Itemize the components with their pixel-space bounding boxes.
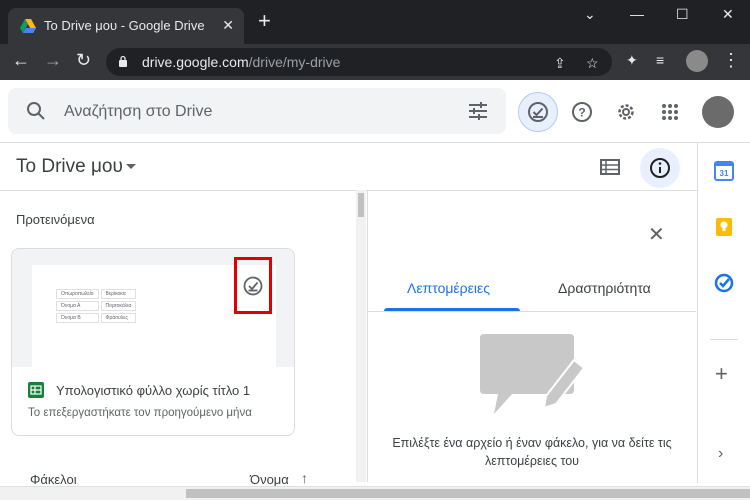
add-addon-icon[interactable]: +: [715, 361, 728, 387]
annotation-highlight-box: [234, 257, 272, 314]
help-icon: ?: [572, 102, 592, 122]
url-text: drive.google.com/drive/my-drive: [142, 54, 340, 70]
browser-tab[interactable]: Το Drive μου - Google Drive ✕: [8, 8, 244, 44]
tabs-divider: [368, 311, 696, 312]
calendar-day: 31: [720, 169, 729, 178]
empty-details-illustration: [480, 334, 586, 414]
reading-list-icon[interactable]: ≡: [656, 52, 664, 68]
bookmark-star-icon[interactable]: ☆: [586, 55, 599, 72]
settings-button[interactable]: [606, 92, 646, 132]
tab-activity[interactable]: Δραστηριότητα: [558, 280, 651, 296]
tab-title: Το Drive μου - Google Drive: [44, 18, 205, 33]
keep-icon[interactable]: [714, 217, 734, 237]
arrow-up-icon[interactable]: ↑: [301, 470, 308, 486]
apps-grid-icon: [662, 104, 678, 120]
table-cell: Βερίκοκα: [100, 289, 137, 299]
google-drive-icon: [20, 19, 36, 33]
info-icon: [650, 158, 670, 178]
vertical-scrollbar-thumb[interactable]: [358, 193, 364, 217]
chevron-down-icon[interactable]: [126, 164, 136, 169]
reload-icon[interactable]: ↻: [76, 50, 91, 71]
browser-tab-strip: Το Drive μου - Google Drive ✕ + ⌄ — ☐ ✕: [0, 0, 750, 44]
file-name: Υπολογιστικό φύλλο χωρίς τίτλο 1: [56, 383, 251, 398]
close-details-icon[interactable]: ✕: [648, 222, 665, 247]
account-avatar[interactable]: [702, 96, 734, 128]
back-icon[interactable]: ←: [12, 50, 30, 71]
extensions-icon[interactable]: ✦: [626, 52, 638, 69]
gear-icon: [618, 104, 634, 120]
page-title[interactable]: Το Drive μου: [16, 156, 123, 178]
drive-header: Αναζήτηση στο Drive ?: [0, 80, 750, 143]
apps-button[interactable]: [650, 92, 690, 132]
lock-icon: [119, 55, 127, 67]
list-view-icon[interactable]: [600, 158, 620, 176]
minimize-icon[interactable]: —: [630, 6, 644, 22]
close-window-icon[interactable]: ✕: [722, 6, 734, 23]
svg-text:?: ?: [578, 106, 585, 120]
omnibox[interactable]: drive.google.com/drive/my-drive ⇪ ☆: [106, 48, 612, 76]
view-details-button[interactable]: [640, 148, 680, 188]
empty-details-text: Επιλέξτε ένα αρχείο ή έναν φάκελο, για ν…: [392, 436, 672, 468]
table-cell: Όνομα Α: [56, 301, 99, 311]
new-tab-icon[interactable]: +: [258, 10, 271, 32]
url-host: drive.google.com: [142, 54, 249, 70]
vertical-scrollbar[interactable]: [356, 190, 366, 482]
browser-menu-icon[interactable]: ⋮: [722, 50, 740, 71]
sort-by-name[interactable]: Όνομα: [250, 472, 289, 487]
forward-icon[interactable]: →: [44, 50, 62, 71]
search-options-icon[interactable]: [468, 102, 488, 120]
url-path: /drive/my-drive: [248, 54, 341, 70]
profile-avatar[interactable]: [686, 50, 708, 72]
suggested-heading: Προτεινόμενα: [16, 212, 95, 227]
header-divider: [0, 190, 697, 191]
side-panel-divider: [710, 339, 738, 340]
address-bar-row: ← → ↻ drive.google.com/drive/my-drive ⇪ …: [0, 44, 750, 80]
folders-heading: Φάκελοι: [30, 472, 77, 487]
close-tab-icon[interactable]: ✕: [222, 17, 234, 34]
chevron-right-icon[interactable]: ›: [718, 445, 723, 463]
file-subtitle: Το επεξεργαστήκατε τον προηγούμενο μήνα: [28, 407, 252, 419]
tab-details[interactable]: Λεπτομέρειες: [407, 280, 490, 296]
calendar-icon[interactable]: 31: [714, 161, 734, 181]
thumbnail-table: Οπωροπωλείο Βερίκοκα Όνομα Α Πορτοκάλια Όν…: [54, 287, 138, 325]
tab-search-icon[interactable]: ⌄: [584, 6, 596, 23]
tasks-icon[interactable]: [714, 273, 734, 293]
table-cell: Όνομα Β: [56, 313, 99, 323]
horizontal-scrollbar-thumb[interactable]: [186, 489, 750, 498]
search-input[interactable]: Αναζήτηση στο Drive: [64, 103, 212, 121]
table-cell: Πορτοκάλια: [100, 301, 137, 311]
support-button[interactable]: ?: [562, 92, 602, 132]
offline-ready-button[interactable]: [518, 92, 558, 132]
maximize-icon[interactable]: ☐: [676, 6, 689, 23]
search-icon: [27, 102, 45, 120]
search-bar[interactable]: Αναζήτηση στο Drive: [8, 88, 506, 134]
share-icon[interactable]: ⇪: [554, 55, 566, 72]
table-cell: Φράουλες: [100, 313, 137, 323]
table-cell: Οπωροπωλείο: [56, 289, 99, 299]
side-panel: 31 + ›: [697, 143, 750, 483]
google-sheets-icon: [28, 382, 44, 398]
offline-check-icon: [528, 102, 548, 122]
